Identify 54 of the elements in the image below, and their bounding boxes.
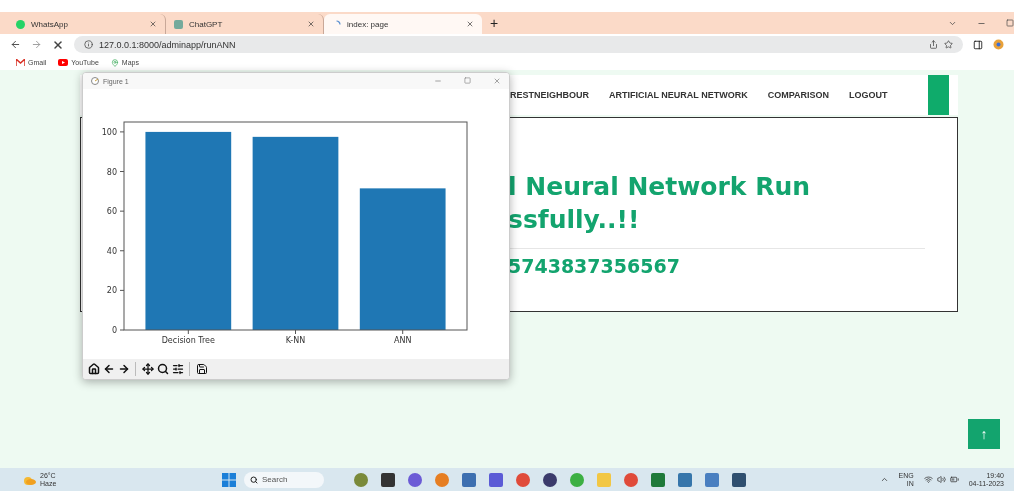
- start-icon[interactable]: [222, 472, 236, 487]
- forward-icon[interactable]: [31, 39, 42, 50]
- x-tick-label: ANN: [393, 336, 412, 345]
- search-icon: [250, 475, 258, 484]
- address-bar[interactable]: 127.0.0.1:8000/adminapp/runANN: [74, 36, 963, 53]
- save-button[interactable]: [195, 362, 208, 376]
- battery-icon[interactable]: [949, 475, 959, 484]
- nav-link[interactable]: RESTNEIGHBOUR: [510, 90, 589, 100]
- wifi-icon[interactable]: [923, 475, 933, 484]
- y-tick-label: 60: [106, 207, 117, 217]
- y-tick-label: 20: [106, 286, 117, 296]
- map-pin-icon: [110, 58, 119, 67]
- restore-icon[interactable]: [1006, 18, 1014, 27]
- stop-icon[interactable]: [52, 38, 64, 51]
- x-tick-label: Decision Tree: [161, 336, 215, 345]
- extension-icon[interactable]: [993, 39, 1004, 50]
- nav-link[interactable]: ARTIFICIAL NEURAL NETWORK: [609, 90, 748, 100]
- nav-link[interactable]: LOGOUT: [849, 90, 888, 100]
- close-icon[interactable]: [466, 20, 474, 28]
- mail-icon: [16, 59, 25, 66]
- info-icon: [84, 40, 93, 49]
- home-button[interactable]: [87, 362, 100, 376]
- close-icon[interactable]: [149, 20, 157, 28]
- browser-tab[interactable]: index: page: [324, 14, 482, 34]
- side-panel-icon[interactable]: [973, 39, 983, 50]
- app-icon: [174, 19, 183, 29]
- configure-button[interactable]: [171, 362, 184, 376]
- y-tick-label: 80: [106, 167, 117, 177]
- chevron-up-icon[interactable]: [879, 475, 889, 484]
- result-value: 5743837356567: [508, 255, 681, 277]
- share-icon[interactable]: [929, 40, 938, 49]
- new-tab-button[interactable]: +: [490, 15, 499, 31]
- accent-block: [927, 75, 949, 115]
- chat-bubble-icon: [16, 19, 25, 29]
- x-tick-label: K-NN: [285, 336, 306, 345]
- back-icon[interactable]: [10, 39, 21, 50]
- forward-button[interactable]: [117, 362, 130, 376]
- close-icon[interactable]: [493, 77, 501, 85]
- star-icon[interactable]: [944, 40, 953, 49]
- pan-button[interactable]: [141, 362, 154, 376]
- zoom-button[interactable]: [156, 362, 169, 376]
- weather-icon: [22, 474, 36, 485]
- nav-link[interactable]: COMPARISON: [767, 90, 830, 100]
- search-field[interactable]: Search: [244, 471, 324, 488]
- app-logo-icon: [91, 77, 99, 85]
- result-heading: l Neural Network Run ssfully..!!: [508, 171, 812, 236]
- play-icon: [58, 59, 69, 66]
- close-icon[interactable]: [307, 20, 315, 28]
- y-tick-label: 100: [101, 127, 117, 137]
- volume-icon[interactable]: [936, 475, 946, 484]
- maximize-icon[interactable]: [464, 77, 471, 84]
- y-tick-label: 0: [111, 326, 117, 335]
- y-tick-label: 40: [106, 246, 117, 256]
- back-button[interactable]: [102, 362, 115, 376]
